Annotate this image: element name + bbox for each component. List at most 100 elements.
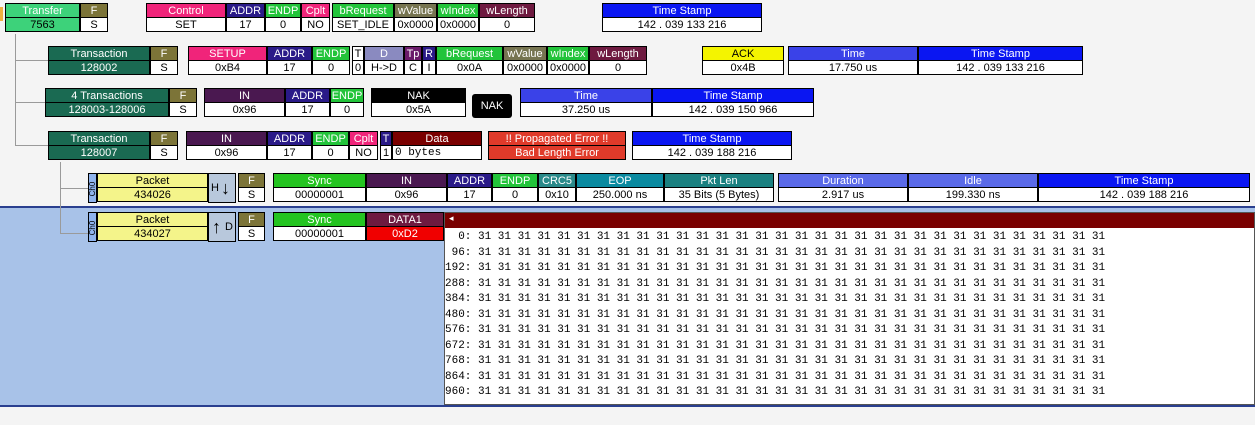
- addr-label: ADDR: [226, 3, 265, 17]
- sync-value: 00000001: [273, 226, 366, 241]
- wvalue-label: wValue: [394, 3, 437, 17]
- packet-label: Packet: [97, 212, 208, 226]
- crc5-value: 0x10: [538, 187, 576, 202]
- eop-value: 250.000 ns: [576, 187, 664, 202]
- nak-cell: NAK 0x5A: [371, 88, 466, 118]
- in-value: 0x96: [366, 187, 447, 202]
- ack-value: 0x4B: [702, 60, 784, 75]
- addr-value: 17: [267, 145, 312, 160]
- f-label: F: [238, 173, 265, 187]
- addr-cell: ADDR 17: [285, 88, 330, 118]
- addr-label: ADDR: [447, 173, 492, 187]
- timestamp-label: Time Stamp: [918, 46, 1083, 60]
- timestamp-cell: Time Stamp 142 . 039 188 216: [1038, 173, 1250, 203]
- timestamp-label: Time Stamp: [602, 3, 762, 17]
- windex-label: wIndex: [437, 3, 479, 17]
- t-label: T: [352, 46, 364, 60]
- transaction-cell[interactable]: ▾ Transaction 128007: [48, 131, 150, 161]
- in-cell: IN 0x96: [204, 88, 285, 118]
- t-value: 0: [352, 60, 364, 75]
- f-label: F: [238, 212, 265, 226]
- timestamp-label: Time Stamp: [652, 88, 814, 102]
- endp-label: ENDP: [312, 131, 349, 145]
- addr-label: ADDR: [285, 88, 330, 102]
- channel-label: Ch0: [88, 181, 97, 197]
- addr-value: 17: [226, 17, 265, 32]
- transfer-row[interactable]: Transfer 7563 F S Control SET ADDR 17 EN…: [0, 3, 780, 33]
- hex-line: 384: 31 31 31 31 31 31 31 31 31 31 31 31…: [445, 293, 1106, 305]
- sync-cell: Sync 00000001: [273, 173, 366, 203]
- transaction-row-setup[interactable]: ▸ Transaction 128002 F S SETUP 0xB4 ADDR…: [0, 46, 1100, 76]
- transaction-row-nak[interactable]: ▸ 4 Transactions 128003-128006 F S IN 0x…: [0, 88, 820, 118]
- hex-line: 672: 31 31 31 31 31 31 31 31 31 31 31 31…: [445, 339, 1106, 352]
- data-label: Data: [392, 131, 482, 145]
- addr-label: ADDR: [267, 46, 312, 60]
- t-cell: T 0: [352, 46, 364, 76]
- packet-cell[interactable]: Packet 434027: [97, 212, 208, 242]
- f-cell: F S: [238, 212, 265, 242]
- timestamp-cell: Time Stamp 142 . 039 133 216: [602, 3, 762, 33]
- packet-cell[interactable]: Packet 434026: [97, 173, 208, 203]
- hex-line: 288: 31 31 31 31 31 31 31 31 31 31 31 31…: [445, 277, 1106, 290]
- packet-row-data1[interactable]: Ch0 Packet 434027 ↑ D F S Sync 00000001 …: [0, 212, 444, 242]
- wlength-cell: wLength 0: [589, 46, 647, 76]
- tp-label: Tp: [404, 46, 422, 60]
- transaction-row-in[interactable]: ▾ Transaction 128007 F S IN 0x96 ADDR 17…: [0, 131, 800, 161]
- r-cell: R I: [422, 46, 436, 76]
- eop-label: EOP: [576, 173, 664, 187]
- wlength-value: 0: [589, 60, 647, 75]
- transaction-cell[interactable]: ▸ Transaction 128002: [48, 46, 150, 76]
- timestamp-value: 142 . 039 133 216: [602, 17, 762, 32]
- nak-label: NAK: [371, 88, 466, 102]
- f-label: F: [150, 131, 178, 145]
- sync-value: 00000001: [273, 187, 366, 202]
- collapse-caret-icon[interactable]: ◂: [449, 213, 454, 224]
- hex-line: 960: 31 31 31 31 31 31 31 31 31 31 31 31…: [445, 386, 1106, 398]
- setup-cell: SETUP 0xB4: [188, 46, 267, 76]
- transfer-cell[interactable]: Transfer 7563: [5, 3, 80, 33]
- d-cell: D H->D: [364, 46, 404, 76]
- packet-id: 434027: [97, 226, 208, 241]
- hex-line: 192: 31 31 31 31 31 31 31 31 31 31 31 31…: [445, 262, 1106, 274]
- addr-value: 17: [267, 60, 312, 75]
- f-value: S: [80, 17, 108, 32]
- error-label: !! Propagated Error !!: [488, 131, 626, 145]
- f-cell: F S: [80, 3, 108, 33]
- f-value: S: [238, 226, 265, 241]
- idle-value: 199.330 ns: [908, 187, 1038, 202]
- arrow-up-icon: ↑: [212, 217, 221, 237]
- f-cell: F S: [150, 131, 178, 161]
- transaction-label: 4 Transactions: [45, 88, 169, 102]
- endp-label: ENDP: [330, 88, 364, 102]
- addr-cell: ADDR 17: [267, 46, 312, 76]
- in-cell: IN 0x96: [186, 131, 267, 161]
- brequest-cell: bRequest 0x0A: [436, 46, 503, 76]
- endp-cell: ENDP 0: [265, 3, 301, 33]
- time-label: Time: [520, 88, 652, 102]
- expand-marker[interactable]: [0, 7, 3, 21]
- timestamp-value: 142 . 039 133 216: [918, 60, 1083, 75]
- nak-value: 0x5A: [371, 102, 466, 117]
- idle-label: Idle: [908, 173, 1038, 187]
- endp-label: ENDP: [312, 46, 350, 60]
- data-cell: Data 0 bytes: [392, 131, 482, 161]
- hex-line: 0: 31 31 31 31 31 31 31 31 31 31 31 31 3…: [445, 231, 1106, 243]
- direction-letter: D: [225, 221, 233, 233]
- in-label: IN: [186, 131, 267, 145]
- endp-value: 0: [330, 102, 364, 117]
- duration-label: Duration: [778, 173, 908, 187]
- hex-line: 768: 31 31 31 31 31 31 31 31 31 31 31 31…: [445, 355, 1106, 367]
- endp-cell: ENDP 0: [312, 46, 350, 76]
- in-value: 0x96: [204, 102, 285, 117]
- addr-cell: ADDR 17: [226, 3, 265, 33]
- data-value: 0 bytes: [392, 145, 482, 160]
- tp-value: C: [404, 60, 422, 75]
- f-label: F: [150, 46, 178, 60]
- f-value: S: [150, 145, 178, 160]
- pktlen-label: Pkt Len: [664, 173, 774, 187]
- endp-label: ENDP: [492, 173, 538, 187]
- cplt-cell: Cplt NO: [349, 131, 378, 161]
- packet-row-in[interactable]: Ch0 Packet 434026 H ↓ F S Sync 00000001 …: [0, 173, 1255, 203]
- data-hex-panel[interactable]: ◂ 0: 31 31 31 31 31 31 31 31 31 31 31 31…: [444, 212, 1255, 405]
- transaction-cell[interactable]: ▸ 4 Transactions 128003-128006: [45, 88, 169, 118]
